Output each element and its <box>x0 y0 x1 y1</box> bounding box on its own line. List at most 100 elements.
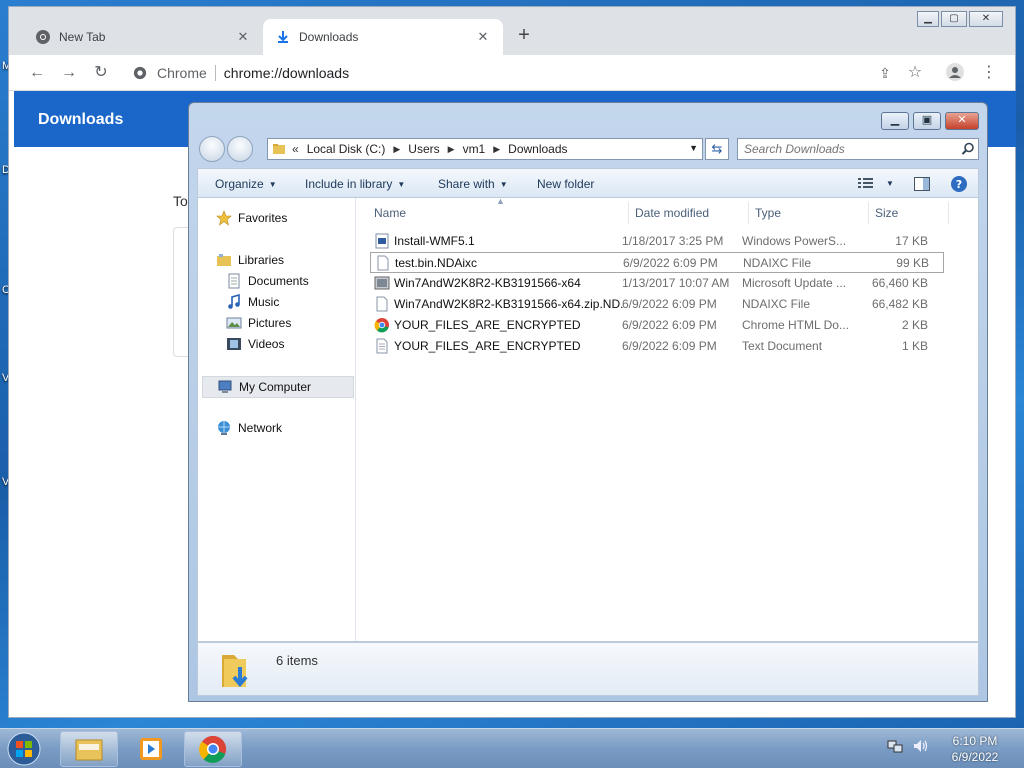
maximize-button[interactable]: ▣ <box>913 112 941 130</box>
tab-title: Downloads <box>299 30 359 44</box>
breadcrumb-item[interactable]: Local Disk (C:) <box>307 142 386 156</box>
organize-button[interactable]: Organize ▼ <box>215 177 277 191</box>
chevron-right-icon[interactable]: ▶ <box>493 144 500 155</box>
url-text: chrome://downloads <box>223 65 350 81</box>
volume-icon[interactable] <box>912 737 930 758</box>
forward-button[interactable] <box>227 136 253 162</box>
breadcrumb-overflow[interactable]: « <box>292 142 299 156</box>
file-date: 6/9/2022 6:09 PM <box>622 339 717 353</box>
preview-pane-icon <box>914 177 930 191</box>
nav-label: Pictures <box>248 316 292 330</box>
file-size: 1 KB <box>901 339 928 353</box>
nav-documents[interactable]: Documents <box>226 273 309 289</box>
command-label: Share with <box>438 177 495 191</box>
file-row[interactable]: Win7AndW2K8R2-KB3191566-x64 1/13/2017 10… <box>370 273 944 294</box>
taskbar-media-player-button[interactable] <box>122 731 180 767</box>
search-input[interactable] <box>737 138 979 160</box>
nav-network[interactable]: Network <box>216 420 282 436</box>
nav-videos[interactable]: Videos <box>226 336 284 352</box>
column-header-name[interactable]: Name <box>374 206 406 220</box>
network-status-icon[interactable] <box>886 737 904 758</box>
nav-libraries[interactable]: Libraries <box>216 252 284 268</box>
column-divider[interactable] <box>748 202 749 224</box>
bookmark-star-icon[interactable]: ☆ <box>905 63 925 83</box>
breadcrumb[interactable]: « Local Disk (C:) ▶ Users ▶ vm1 ▶ Downlo… <box>267 138 703 160</box>
chrome-icon <box>199 735 227 763</box>
new-tab-button[interactable]: + <box>513 25 535 47</box>
file-row[interactable]: YOUR_FILES_ARE_ENCRYPTED 6/9/2022 6:09 P… <box>370 336 944 357</box>
minimize-button[interactable]: ▁ <box>881 112 909 130</box>
share-icon[interactable]: ⇪ <box>875 63 895 83</box>
close-tab-icon[interactable]: ✕ <box>475 29 491 45</box>
documents-icon <box>226 273 242 289</box>
chevron-down-icon[interactable]: ▼ <box>689 143 698 153</box>
tab-downloads[interactable]: Downloads ✕ <box>263 19 503 55</box>
menu-kebab-icon[interactable]: ⋮ <box>979 63 999 83</box>
column-header-date[interactable]: Date modified <box>635 206 709 220</box>
system-tray <box>886 737 930 758</box>
share-with-button[interactable]: Share with ▼ <box>438 177 508 191</box>
blank-file-icon <box>375 255 391 271</box>
column-divider[interactable] <box>868 202 869 224</box>
file-row[interactable]: YOUR_FILES_ARE_ENCRYPTED 6/9/2022 6:09 P… <box>370 315 944 336</box>
column-header-type[interactable]: Type <box>755 206 781 220</box>
address-bar[interactable]: Chrome chrome://downloads <box>121 59 861 87</box>
chevron-right-icon[interactable]: ▶ <box>393 144 400 155</box>
pictures-icon <box>226 315 242 331</box>
maximize-button[interactable]: ▢ <box>941 11 967 27</box>
downloads-folder-icon <box>216 649 256 694</box>
command-label: New folder <box>537 177 595 191</box>
file-name: Install-WMF5.1 <box>394 234 475 248</box>
clock[interactable]: 6:10 PM 6/9/2022 <box>940 733 1010 765</box>
taskbar-chrome-button[interactable] <box>184 731 242 767</box>
file-type: NDAIXC File <box>743 256 812 270</box>
videos-icon <box>226 336 242 352</box>
preview-pane-button[interactable] <box>914 177 930 191</box>
breadcrumb-item[interactable]: Users <box>408 142 439 156</box>
close-button[interactable]: ✕ <box>969 11 1003 27</box>
taskbar-explorer-button[interactable] <box>60 731 118 767</box>
view-options-button[interactable]: ▼ <box>858 177 894 189</box>
profile-avatar[interactable] <box>945 63 965 83</box>
file-name: YOUR_FILES_ARE_ENCRYPTED <box>394 318 581 332</box>
include-in-library-button[interactable]: Include in library ▼ <box>305 177 405 191</box>
file-date: 6/9/2022 6:09 PM <box>622 318 717 332</box>
chevron-right-icon[interactable]: ▶ <box>448 144 455 155</box>
minimize-button[interactable]: ▁ <box>917 11 939 27</box>
reload-button[interactable]: ↻ <box>91 63 111 83</box>
refresh-button[interactable]: ⇆ <box>705 138 729 160</box>
file-size: 17 KB <box>895 234 928 248</box>
back-button[interactable] <box>199 136 225 162</box>
start-button[interactable] <box>4 731 48 767</box>
column-divider[interactable] <box>628 202 629 224</box>
nav-my-computer[interactable]: My Computer <box>202 376 354 398</box>
breadcrumb-item[interactable]: vm1 <box>463 142 486 156</box>
close-button[interactable]: ✕ <box>945 112 979 130</box>
view-list-icon <box>858 178 873 188</box>
divider <box>214 65 216 81</box>
file-date: 1/13/2017 10:07 AM <box>622 276 730 290</box>
nav-label: My Computer <box>239 380 312 394</box>
search-icon[interactable] <box>961 142 975 156</box>
details-pane: 6 items <box>197 642 979 696</box>
file-size: 66,460 KB <box>871 276 928 290</box>
column-header-size[interactable]: Size <box>875 206 898 220</box>
close-tab-icon[interactable]: ✕ <box>235 29 251 45</box>
file-name: Win7AndW2K8R2-KB3191566-x64.zip.ND... <box>394 297 624 311</box>
file-row[interactable]: Win7AndW2K8R2-KB3191566-x64.zip.ND... 6/… <box>370 294 944 315</box>
breadcrumb-item[interactable]: Downloads <box>508 142 567 156</box>
help-button[interactable]: ? <box>950 175 968 193</box>
forward-button[interactable]: → <box>59 63 79 83</box>
blank-file-icon <box>374 296 390 312</box>
nav-pictures[interactable]: Pictures <box>226 315 291 331</box>
tab-new-tab[interactable]: New Tab ✕ <box>23 19 263 55</box>
back-button[interactable]: ← <box>27 63 47 83</box>
nav-music[interactable]: Music <box>226 294 279 310</box>
command-label: Include in library <box>305 177 393 191</box>
file-type: Windows PowerS... <box>742 234 847 248</box>
file-row[interactable]: test.bin.NDAixc 6/9/2022 6:09 PM NDAIXC … <box>370 252 944 273</box>
column-divider[interactable] <box>948 202 949 224</box>
nav-favorites[interactable]: Favorites <box>216 210 287 226</box>
new-folder-button[interactable]: New folder <box>537 177 594 191</box>
file-row[interactable]: Install-WMF5.1 1/18/2017 3:25 PM Windows… <box>370 231 944 252</box>
